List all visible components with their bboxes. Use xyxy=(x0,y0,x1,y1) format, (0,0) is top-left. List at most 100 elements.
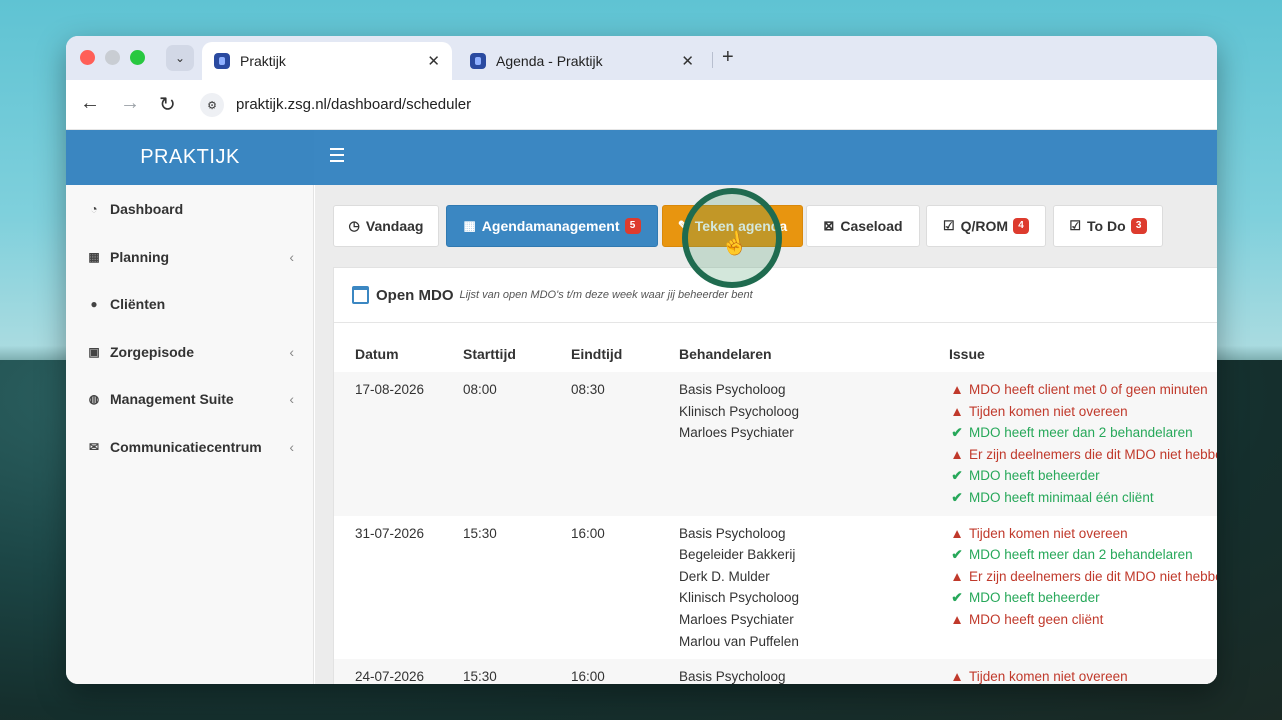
toolbar-button-vandaag[interactable]: ◷ Vandaag xyxy=(333,205,439,247)
table-row[interactable]: 17-08-2026 08:00 08:30 Basis Psycholoog Klin… xyxy=(334,372,1217,516)
chevron-left-icon: ‹ xyxy=(289,439,294,455)
button-label: Q/ROM xyxy=(960,218,1009,234)
minimize-window-button[interactable] xyxy=(105,50,120,65)
chevron-left-icon: ‹ xyxy=(289,391,294,407)
behandelaar-name: Klinisch Psycholoog xyxy=(679,403,800,419)
clock-icon: ◷ xyxy=(348,218,360,233)
cell-behandelaren: Basis Psycholoog Klinisch Psycholoog Marlo… xyxy=(658,372,928,516)
button-label: Caseload xyxy=(840,218,903,234)
issue-item: ▲ Er zijn deelnemers die dit MDO niet heb… xyxy=(949,444,1217,466)
column-header-starttijd[interactable]: Starttijd xyxy=(442,336,550,372)
back-button[interactable]: ← xyxy=(80,92,100,115)
issue-text: Tijden komen niet overeen xyxy=(969,403,1128,419)
cell-end: 08:30 xyxy=(550,372,658,516)
issue-text: MDO heeft beheerder xyxy=(969,590,1100,606)
warning-icon: ▲ xyxy=(950,382,964,397)
close-icon[interactable]: ✕ xyxy=(427,52,440,70)
sidebar-item-zorgepisode[interactable]: ▣ Zorgepisode ‹ xyxy=(66,332,314,372)
behandelaar-name: Basis Psycholoog xyxy=(679,382,786,397)
column-header-eindtijd[interactable]: Eindtijd xyxy=(550,336,658,372)
toolbar-button-to-do[interactable]: ☑ To Do 3 xyxy=(1053,205,1163,247)
tab-praktijk[interactable]: Praktijk ✕ xyxy=(202,42,452,80)
column-header-behandelaren[interactable]: Behandelaren xyxy=(658,336,928,372)
panel-subtitle: Lijst van open MDO's t/m deze week waar … xyxy=(459,289,753,301)
toolbar-button-agendamanagement[interactable]: ▦ Agendamanagement 5 xyxy=(446,205,658,247)
issue-item: ▲ Er zijn deelnemers die dit MDO niet heb… xyxy=(949,566,1217,588)
behandelaar-name: Marlou van Puffelen xyxy=(679,633,799,649)
toolbar-button-q-rom[interactable]: ☑ Q/ROM 4 xyxy=(926,205,1046,247)
behandelaar-name: Begeleider Bakkerij xyxy=(679,547,796,563)
app-header: PRAKTIJK xyxy=(66,130,1217,185)
calendar-icon: ▦ xyxy=(88,250,100,264)
issue-text: Tijden komen niet overeen xyxy=(969,669,1128,684)
mdo-table: Datum Starttijd Eindtijd Behandelaren Is… xyxy=(334,336,1217,684)
warning-icon: ▲ xyxy=(950,669,964,684)
table-row[interactable]: 24-07-2026 15:30 16:00 Basis Psycholoog ▲ Tij… xyxy=(334,659,1217,684)
cell-start: 15:30 xyxy=(442,516,550,660)
sidebar-item-label: Management Suite xyxy=(110,391,234,407)
site-settings-icon[interactable]: ⚙ xyxy=(200,93,224,117)
reload-button[interactable]: ↻ xyxy=(159,92,176,117)
count-badge: 4 xyxy=(1013,218,1030,234)
cell-date: 24-07-2026 xyxy=(334,659,442,684)
behandelaar-name: Marloes Psychiater xyxy=(679,611,794,627)
warning-icon: ▲ xyxy=(950,525,964,541)
favicon-icon xyxy=(214,53,230,69)
table-header-row: Datum Starttijd Eindtijd Behandelaren Is… xyxy=(334,336,1217,372)
hand-cursor-icon: ☝ xyxy=(718,228,751,259)
issue-item: ▲ Tijden komen niet overeen xyxy=(949,523,1217,545)
address-bar: ← → ↻ ⚙ praktijk.zsg.nl/dashboard/schedu… xyxy=(66,80,1217,130)
warning-icon: ▲ xyxy=(950,446,964,462)
date-value: 24-07-2026 xyxy=(355,669,425,684)
sidebar: ◔ Dashboard ▦ Planning ‹ ● Cliënten ▣ Zorgepisod… xyxy=(66,185,314,684)
column-header-datum[interactable]: Datum xyxy=(334,336,442,372)
cell-start: 15:30 xyxy=(442,659,550,684)
url-field[interactable]: praktijk.zsg.nl/dashboard/scheduler xyxy=(236,96,471,113)
sidebar-item-dashboard[interactable]: ◔ Dashboard xyxy=(66,189,314,229)
close-window-button[interactable] xyxy=(80,50,95,65)
sidebar-item-communicatiecentrum[interactable]: ✉ Communicatiecentrum ‹ xyxy=(66,427,314,467)
maximize-window-button[interactable] xyxy=(130,50,145,65)
behandelaar-name: Derk D. Mulder xyxy=(679,568,770,584)
count-badge: 3 xyxy=(1130,218,1147,234)
new-tab-button[interactable]: + xyxy=(722,46,734,69)
toolbar-button-caseload[interactable]: ⊠ Caseload xyxy=(806,205,920,247)
sidebar-item-planning[interactable]: ▦ Planning ‹ xyxy=(66,237,314,277)
sidebar-item-cli-nten[interactable]: ● Cliënten xyxy=(66,284,314,324)
column-header-issue[interactable]: Issue xyxy=(928,336,1217,372)
date-value: 31-07-2026 xyxy=(355,525,425,541)
end-value: 16:00 xyxy=(571,525,605,541)
browser-window: ⌄ Praktijk ✕ Agenda - Praktijk ✕ + ← → ↻… xyxy=(66,36,1217,684)
issue-text: MDO heeft minimaal één cliënt xyxy=(969,489,1154,505)
cell-end: 16:00 xyxy=(550,516,658,660)
cell-date: 17-08-2026 xyxy=(334,372,442,516)
issue-item: ✔ MDO heeft minimaal één cliënt xyxy=(949,487,1217,509)
sidebar-item-management-suite[interactable]: ◍ Management Suite ‹ xyxy=(66,379,314,419)
calendar-icon: ▦ xyxy=(463,218,476,233)
cell-end: 16:00 xyxy=(550,659,658,684)
forward-button[interactable]: → xyxy=(120,92,140,115)
start-value: 15:30 xyxy=(463,525,497,541)
issue-item: ✔ MDO heeft beheerder xyxy=(949,587,1217,609)
cell-behandelaren: Basis Psycholoog xyxy=(658,659,928,684)
brand-logo[interactable]: PRAKTIJK xyxy=(66,130,314,185)
close-icon[interactable]: ✕ xyxy=(681,52,694,70)
issue-item: ✔ MDO heeft beheerder xyxy=(949,465,1217,487)
cell-behandelaren: Basis Psycholoog Begeleider Bakkerij Derk … xyxy=(658,516,928,660)
check-icon: ✔ xyxy=(951,590,963,606)
issue-text: MDO heeft client met 0 of geen minuten xyxy=(969,382,1208,397)
tab-search-button[interactable]: ⌄ xyxy=(166,45,194,71)
issue-text: Er zijn deelnemers die dit MDO niet hebb… xyxy=(969,568,1217,584)
issue-item: ▲ MDO heeft geen cliënt xyxy=(949,609,1217,631)
cell-issues: ▲ Tijden komen niet overeen xyxy=(928,659,1217,684)
end-value: 16:00 xyxy=(571,669,605,684)
warning-icon: ▲ xyxy=(950,611,964,627)
issue-item: ▲ Tijden komen niet overeen xyxy=(949,666,1217,684)
cell-issues: ▲ MDO heeft client met 0 of geen minuten ▲… xyxy=(928,372,1217,516)
caseload-icon: ⊠ xyxy=(823,218,835,233)
menu-toggle-icon[interactable] xyxy=(330,148,344,166)
tab-agenda[interactable]: Agenda - Praktijk ✕ xyxy=(458,42,706,80)
issue-text: MDO heeft beheerder xyxy=(969,468,1100,484)
table-row[interactable]: 31-07-2026 15:30 16:00 Basis Psycholoog Bege… xyxy=(334,516,1217,660)
panel-header: Open MDO Lijst van open MDO's t/m deze w… xyxy=(334,268,1217,323)
